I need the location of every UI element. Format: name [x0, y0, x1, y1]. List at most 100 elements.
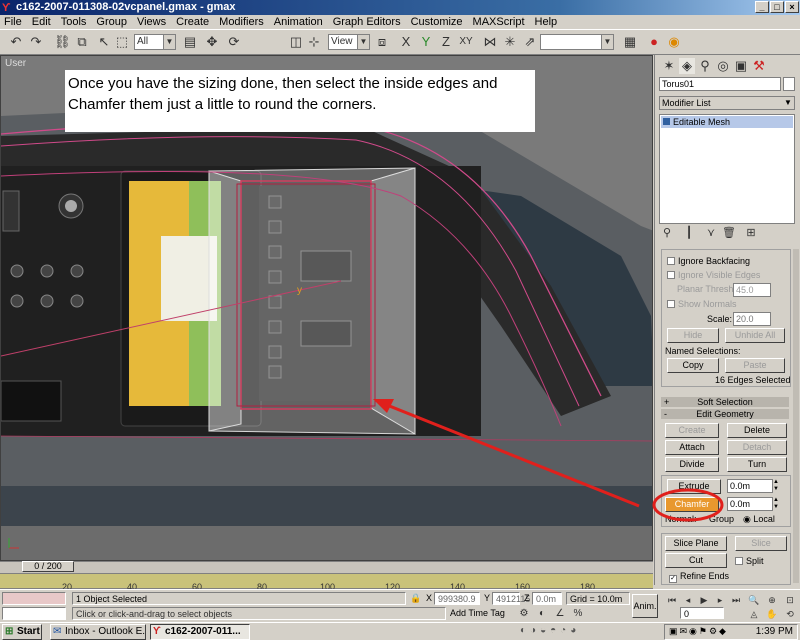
- material-editor-icon[interactable]: ◉: [666, 34, 682, 50]
- start-button[interactable]: ⊞ Start: [2, 624, 42, 640]
- menu-help[interactable]: Help: [535, 15, 558, 29]
- make-unique-icon[interactable]: ⋎: [703, 225, 719, 241]
- utilities-tab-icon[interactable]: ⚒: [751, 58, 767, 74]
- maxscript-input-mini[interactable]: [2, 607, 66, 620]
- x-coordinate-field[interactable]: 999380.9: [434, 592, 480, 605]
- turn-button[interactable]: Turn: [727, 457, 787, 472]
- select-link-icon[interactable]: ⛓: [54, 34, 71, 50]
- maximize-button[interactable]: □: [770, 1, 784, 13]
- menu-group[interactable]: Group: [96, 15, 127, 29]
- menu-create[interactable]: Create: [176, 15, 209, 29]
- animate-button[interactable]: Anim.: [632, 594, 658, 618]
- rotate-icon[interactable]: ⟳: [226, 34, 242, 50]
- menu-maxscript[interactable]: MAXScript: [473, 15, 525, 29]
- menu-views[interactable]: Views: [137, 15, 166, 29]
- hierarchy-tab-icon[interactable]: ⚲: [697, 58, 713, 74]
- panel-scrollbar[interactable]: [793, 249, 799, 583]
- show-normals-checkbox[interactable]: Show Normals: [667, 299, 737, 310]
- render-icon[interactable]: ●: [646, 34, 662, 50]
- go-to-end-icon[interactable]: ⏭: [728, 592, 744, 608]
- scale-field[interactable]: 20.0: [733, 312, 771, 326]
- snap-toggle-icon[interactable]: ◐: [534, 606, 550, 622]
- align-icon[interactable]: ⇗: [522, 34, 538, 50]
- split-checkbox[interactable]: Split: [735, 556, 764, 567]
- paste-button[interactable]: Paste: [725, 358, 785, 373]
- selection-filter-dropdown[interactable]: All ▼: [134, 34, 176, 50]
- object-name-field[interactable]: Torus01: [659, 77, 781, 91]
- pin-stack-icon[interactable]: ⚲: [659, 225, 675, 241]
- arc-rotate-icon[interactable]: ⟲: [782, 606, 798, 622]
- region-select-icon[interactable]: ⬚: [114, 34, 130, 50]
- minimize-button[interactable]: _: [755, 1, 769, 13]
- create-button[interactable]: Create: [665, 423, 719, 438]
- quick-launch-icons[interactable]: ◐◑◒◓◔◕: [520, 625, 660, 639]
- menu-edit[interactable]: Edit: [32, 15, 51, 29]
- menu-animation[interactable]: Animation: [274, 15, 323, 29]
- slice-plane-button[interactable]: Slice Plane: [665, 536, 727, 551]
- ignore-visible-edges-checkbox[interactable]: Ignore Visible Edges: [667, 270, 760, 281]
- chamfer-spinner-icon[interactable]: ▲ ▼: [773, 497, 781, 511]
- unlink-icon[interactable]: ⧉: [74, 34, 90, 50]
- configure-sets-icon[interactable]: ⊞: [743, 225, 759, 241]
- play-icon[interactable]: ▶: [696, 592, 712, 608]
- stack-item-editable-mesh[interactable]: Editable Mesh: [661, 116, 793, 128]
- scale-icon[interactable]: ◫: [288, 34, 304, 50]
- time-slider-track[interactable]: [0, 561, 653, 573]
- menu-modifiers[interactable]: Modifiers: [219, 15, 264, 29]
- mirror-axis-icon[interactable]: ⋈: [482, 34, 498, 50]
- gmax-app-icon[interactable]: ϒ: [2, 1, 10, 16]
- pan-icon[interactable]: ✋: [764, 606, 780, 622]
- layers-icon[interactable]: ▦: [622, 34, 638, 50]
- mirror-icon[interactable]: ⧈: [374, 34, 390, 50]
- delete-button[interactable]: Delete: [727, 423, 787, 438]
- previous-frame-icon[interactable]: ◂: [680, 592, 696, 608]
- edit-geometry-rollout-header[interactable]: - Edit Geometry: [661, 409, 789, 419]
- pivot-icon[interactable]: ⊹: [306, 34, 322, 50]
- taskbar-gmax[interactable]: ϒ c162-2007-011...: [150, 624, 250, 640]
- show-end-result-icon[interactable]: ┃: [681, 225, 697, 241]
- object-color-swatch[interactable]: [783, 77, 795, 91]
- constrain-z-icon[interactable]: Z: [438, 34, 454, 50]
- soft-selection-rollout-header[interactable]: + Soft Selection: [661, 397, 789, 407]
- detach-button[interactable]: Detach: [727, 440, 787, 455]
- track-bar[interactable]: 20 40 60 80 100 120 140 160 180: [0, 573, 653, 592]
- create-tab-icon[interactable]: ✶: [661, 58, 677, 74]
- attach-button[interactable]: Attach: [665, 440, 719, 455]
- undo-icon[interactable]: ↶: [8, 34, 24, 50]
- go-to-start-icon[interactable]: ⏮: [664, 592, 680, 608]
- reference-coord-dropdown[interactable]: View ▼: [328, 34, 370, 50]
- close-button[interactable]: ×: [785, 1, 799, 13]
- select-by-name-icon[interactable]: ▤: [182, 34, 198, 50]
- slice-button[interactable]: Slice: [735, 536, 787, 551]
- taskbar-outlook[interactable]: ✉ Inbox - Outlook E...: [50, 624, 146, 640]
- divide-button[interactable]: Divide: [665, 457, 719, 472]
- select-arrow-icon[interactable]: ↖: [96, 34, 112, 50]
- cut-button[interactable]: Cut: [665, 553, 727, 568]
- hide-button[interactable]: Hide: [667, 328, 719, 343]
- lock-x-icon[interactable]: X: [398, 34, 414, 50]
- planar-thresh-field[interactable]: 45.0: [733, 283, 771, 297]
- redo-icon[interactable]: ↷: [28, 34, 44, 50]
- field-of-view-icon[interactable]: ◬: [746, 606, 762, 622]
- motion-tab-icon[interactable]: ◎: [715, 58, 731, 74]
- maxscript-listener-mini[interactable]: [2, 592, 66, 605]
- menu-graph-editors[interactable]: Graph Editors: [333, 15, 401, 29]
- current-frame-field[interactable]: 0: [680, 607, 724, 619]
- extrude-spinner-icon[interactable]: ▲ ▼: [773, 479, 781, 493]
- tray-icons[interactable]: ▣✉◉⚑⚙◆: [669, 626, 728, 637]
- constrain-xy-icon[interactable]: XY: [458, 34, 474, 50]
- display-tab-icon[interactable]: ▣: [733, 58, 749, 74]
- menu-customize[interactable]: Customize: [411, 15, 463, 29]
- chamfer-amount-field[interactable]: 0.0m: [727, 497, 773, 511]
- viewport-user[interactable]: y User Once you have the sizing done, th…: [0, 55, 653, 561]
- ignore-backfacing-checkbox[interactable]: Ignore Backfacing: [667, 256, 750, 267]
- expand-stack-icon[interactable]: [663, 118, 670, 125]
- unhide-all-button[interactable]: Unhide All: [725, 328, 785, 343]
- extrude-amount-field[interactable]: 0.0m: [727, 479, 773, 493]
- time-config-icon[interactable]: ⚙: [516, 606, 532, 622]
- named-selection-set-dropdown[interactable]: ▼: [540, 34, 614, 50]
- modify-tab-icon[interactable]: ◈: [679, 58, 695, 74]
- next-frame-icon[interactable]: ▸: [712, 592, 728, 608]
- remove-modifier-icon[interactable]: 🗑: [721, 225, 737, 241]
- move-icon[interactable]: ✥: [204, 34, 220, 50]
